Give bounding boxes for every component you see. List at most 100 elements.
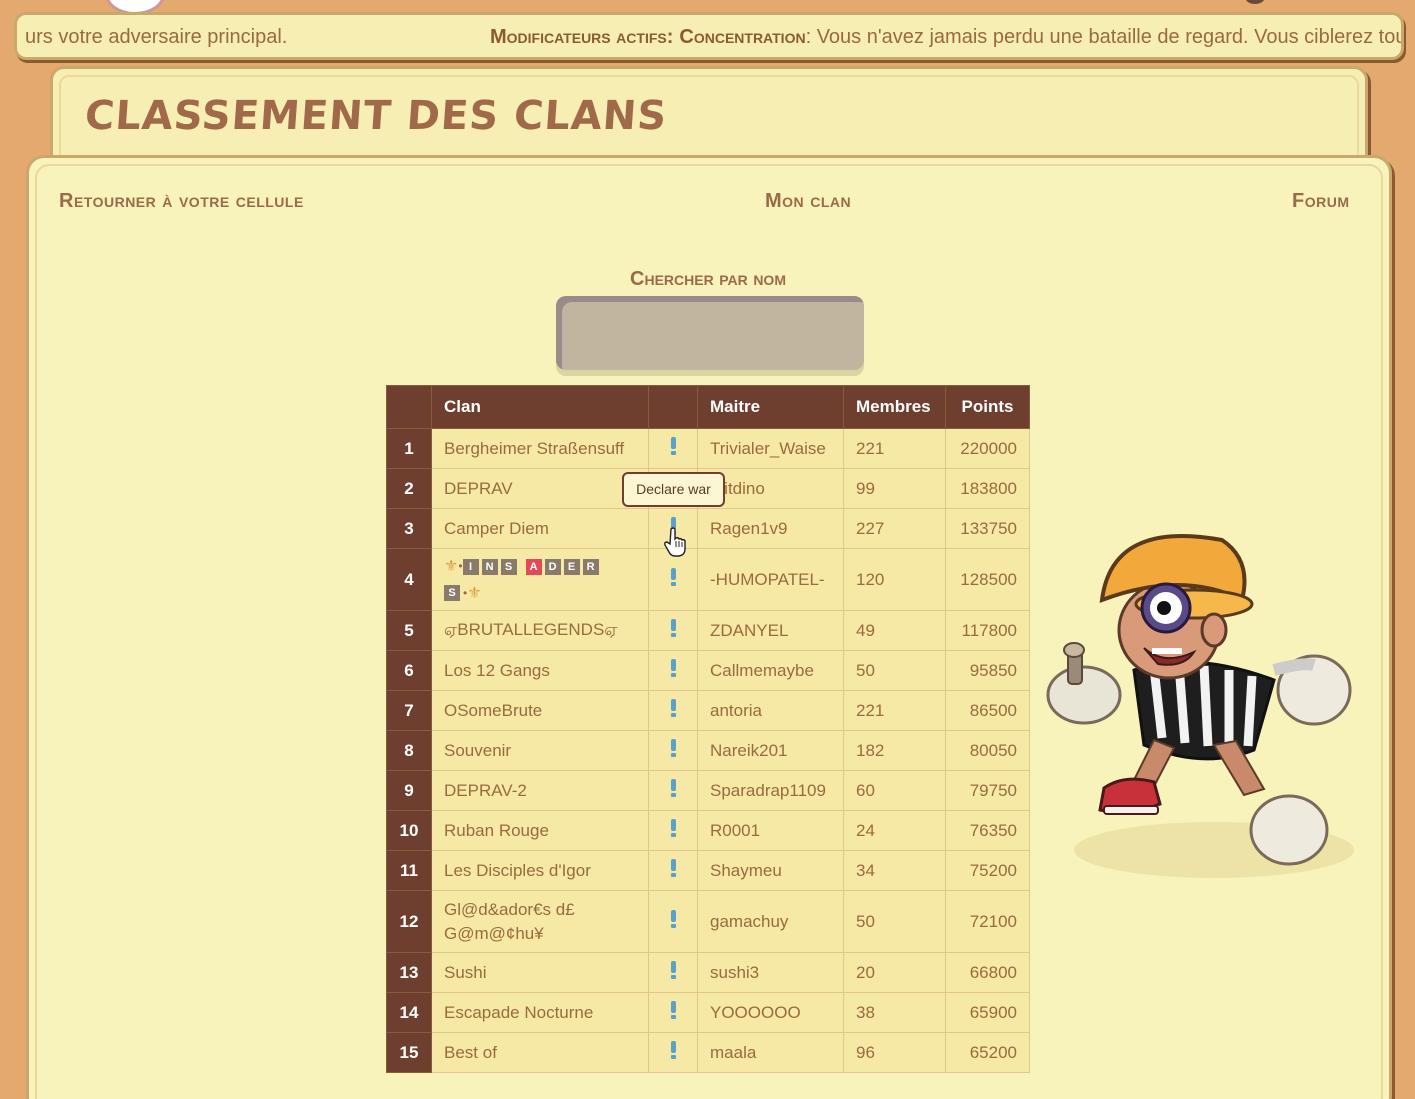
exclamation-icon[interactable] [670, 1000, 677, 1020]
master-cell[interactable]: Shaymeu [697, 850, 844, 891]
declare-war-cell[interactable] [648, 690, 698, 731]
points-cell: 183800 [945, 468, 1030, 509]
table-header-row: Clan Maitre Membres Points [386, 385, 1030, 429]
master-cell[interactable]: gamachuy [697, 890, 844, 953]
top-decoration [108, 0, 162, 12]
exclamation-icon[interactable] [670, 960, 677, 980]
members-cell: 24 [843, 810, 946, 851]
master-cell[interactable]: maala [697, 1032, 844, 1073]
declare-war-cell[interactable] [648, 850, 698, 891]
exclamation-icon[interactable] [670, 1040, 677, 1060]
search-input[interactable] [556, 296, 864, 370]
declare-war-cell[interactable] [648, 770, 698, 811]
exclamation-icon[interactable] [670, 567, 677, 587]
clan-flair-letter: S [444, 585, 460, 602]
forum-link[interactable]: Forum [1292, 190, 1350, 213]
header-members[interactable]: Membres [843, 385, 946, 429]
master-cell[interactable]: YOOOOOO [697, 992, 844, 1033]
master-cell[interactable]: Callmemaybe [697, 650, 844, 691]
master-cell[interactable]: Nareik201 [697, 730, 844, 771]
clan-name-cell[interactable]: Souvenir [431, 730, 649, 771]
declare-war-cell[interactable] [648, 650, 698, 691]
members-cell: 96 [843, 1032, 946, 1073]
master-cell[interactable]: Trivialer_Waise [697, 428, 844, 469]
declare-war-cell[interactable] [648, 730, 698, 771]
rank-cell: 8 [386, 730, 432, 771]
exclamation-icon[interactable] [670, 778, 677, 798]
exclamation-icon[interactable] [670, 658, 677, 678]
rank-cell: 4 [386, 548, 432, 611]
clan-name-cell[interactable]: Best of [431, 1032, 649, 1073]
members-cell: 34 [843, 850, 946, 891]
header-clan[interactable]: Clan [431, 385, 649, 429]
ticker-mod-text: : Vous n'avez jamais perdu une bataille … [805, 26, 1404, 48]
declare-war-cell[interactable] [648, 952, 698, 993]
clan-name-cell[interactable]: DEPRAV-2 [431, 770, 649, 811]
declare-war-cell[interactable] [648, 428, 698, 469]
rank-cell: 15 [386, 1032, 432, 1073]
rank-cell: 5 [386, 610, 432, 651]
master-cell[interactable]: ZDANYEL [697, 610, 844, 651]
table-row: 4 ⚜• I N S A D E R S •⚜ -HUMOPATEL- 120 128500 [386, 548, 1030, 611]
master-cell[interactable]: R0001 [697, 810, 844, 851]
rank-cell: 10 [386, 810, 432, 851]
table-row: 8 Souvenir Nareik201 182 80050 [386, 730, 1030, 771]
modifiers-ticker: urs votre adversaire principal. Modifica… [14, 12, 1404, 60]
clan-name-cell[interactable]: Gl@d&ador€s d£ G@m@¢hu¥ [431, 890, 649, 953]
ticker-mod-label: Modificateurs actifs: [490, 26, 674, 48]
clan-flair-letter: I [462, 559, 479, 575]
clan-name-cell[interactable]: ⚜• I N S A D E R S •⚜ [431, 548, 649, 611]
back-to-cell-link[interactable]: Retourner à votre cellule [59, 190, 304, 213]
declare-war-cell[interactable] [648, 1032, 698, 1073]
clan-flair-letter: N [481, 559, 498, 575]
points-cell: 80050 [945, 730, 1030, 771]
exclamation-icon[interactable] [670, 436, 677, 456]
header-master[interactable]: Maitre [697, 385, 844, 429]
exclamation-icon[interactable] [670, 909, 677, 929]
rank-cell: 7 [386, 690, 432, 731]
clan-name-cell[interactable]: Bergheimer Straßensuff [431, 428, 649, 469]
table-row: 6 Los 12 Gangs Callmemaybe 50 95850 [386, 650, 1030, 691]
clan-name-cell[interactable]: Ruban Rouge [431, 810, 649, 851]
referee-brute-illustration [1046, 534, 1354, 878]
master-cell[interactable]: antoria [697, 690, 844, 731]
ticker-mod-name: Concentration [679, 26, 806, 48]
master-cell[interactable]: -HUMOPATEL- [697, 548, 844, 611]
exclamation-icon[interactable] [670, 618, 677, 638]
points-cell: 66800 [945, 952, 1030, 993]
clan-flair-letter: R [582, 559, 599, 575]
table-row: 5 ஏBRUTALLEGENDSஏ ZDANYEL 49 117800 [386, 610, 1030, 651]
master-cell[interactable]: Ragen1v9 [697, 508, 844, 549]
clan-name-cell[interactable]: ஏBRUTALLEGENDSஏ [431, 610, 649, 651]
clan-name-cell[interactable]: Les Disciples d'Igor [431, 850, 649, 891]
header-action [648, 385, 698, 429]
master-cell[interactable]: sushi3 [697, 952, 844, 993]
clan-name-cell[interactable]: OSomeBrute [431, 690, 649, 731]
clan-name-cell[interactable]: Sushi [431, 952, 649, 993]
exclamation-icon[interactable] [670, 738, 677, 758]
table-row: 7 OSomeBrute antoria 221 86500 [386, 690, 1030, 731]
declare-war-cell[interactable] [648, 992, 698, 1033]
exclamation-icon[interactable] [670, 698, 677, 718]
header-points[interactable]: Points [945, 385, 1030, 429]
fleur-icon: ⚜ [467, 584, 482, 602]
exclamation-icon[interactable] [670, 858, 677, 878]
table-row: 13 Sushi sushi3 20 66800 [386, 952, 1030, 993]
ticker-prev-text: urs votre adversaire principal. [25, 26, 288, 48]
points-cell: 117800 [945, 610, 1030, 651]
declare-war-cell[interactable] [648, 610, 698, 651]
members-cell: 221 [843, 428, 946, 469]
my-clan-link[interactable]: Mon clan [765, 190, 851, 213]
master-cell[interactable]: Sparadrap1109 [697, 770, 844, 811]
exclamation-icon[interactable] [670, 818, 677, 838]
points-cell: 133750 [945, 508, 1030, 549]
points-cell: 128500 [945, 548, 1030, 611]
top-decoration-2 [1245, 0, 1265, 4]
clan-name-cell[interactable]: Los 12 Gangs [431, 650, 649, 691]
declare-war-cell[interactable] [648, 890, 698, 953]
declare-war-cell[interactable] [648, 548, 698, 611]
clan-name-cell[interactable]: DEPRAV [431, 468, 649, 509]
clan-name-cell[interactable]: Camper Diem [431, 508, 649, 549]
declare-war-cell[interactable] [648, 810, 698, 851]
clan-name-cell[interactable]: Escapade Nocturne [431, 992, 649, 1033]
